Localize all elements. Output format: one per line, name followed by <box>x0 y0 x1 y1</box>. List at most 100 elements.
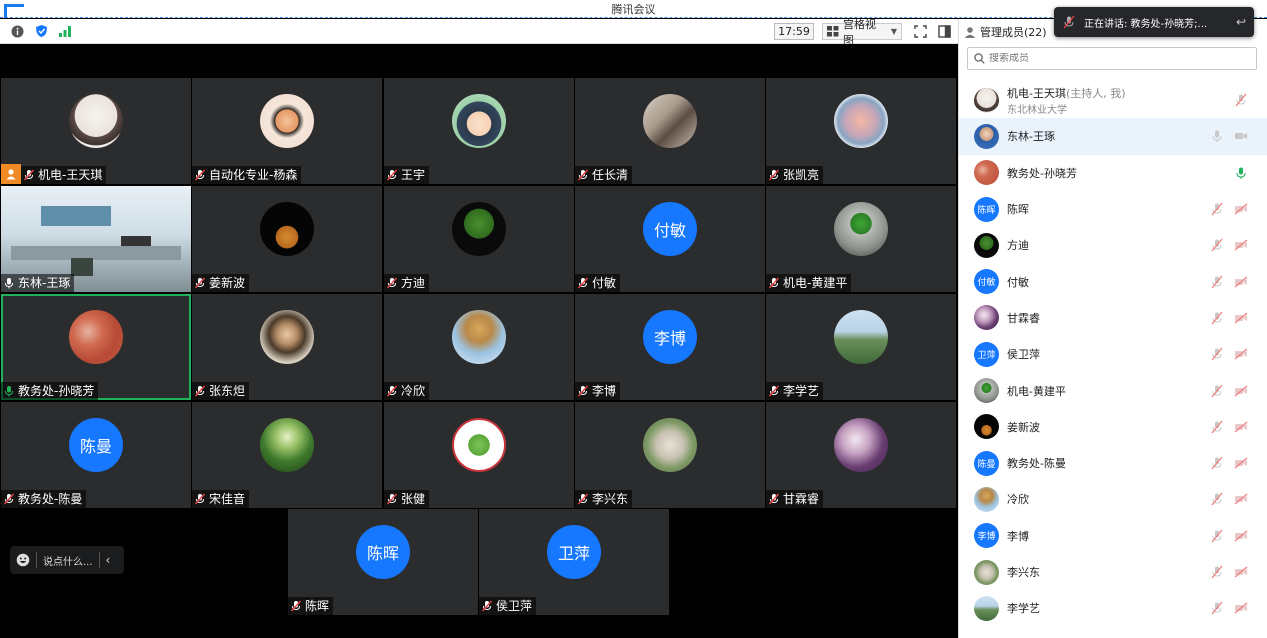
video-tile[interactable]: 任长清 <box>575 78 765 184</box>
signal-strength-icon[interactable] <box>58 24 72 38</box>
mic-muted-icon <box>768 277 780 289</box>
collapse-arrow-icon[interactable]: ↩ <box>1236 15 1246 29</box>
mic-muted-icon[interactable] <box>1210 565 1224 579</box>
divider <box>36 552 37 568</box>
video-tile[interactable]: 东林-王琢 <box>1 186 191 292</box>
mic-muted-icon <box>194 493 206 505</box>
camera-off-icon[interactable] <box>1234 492 1248 506</box>
video-tile[interactable]: 方迪 <box>384 186 574 292</box>
video-tile[interactable]: 宋佳音 <box>192 402 382 508</box>
mic-muted-icon[interactable] <box>1210 529 1224 543</box>
camera-off-icon[interactable] <box>1234 565 1248 579</box>
video-tile[interactable]: 张东炟 <box>192 294 382 400</box>
camera-off-icon[interactable] <box>1234 238 1248 252</box>
video-tile[interactable]: 机电-黄建平 <box>766 186 956 292</box>
member-row[interactable]: 陈晖 陈晖 <box>959 191 1267 227</box>
meeting-window: 腾讯会议 17:59 宫格视图 ▼ 机电-王天琪 自动化专业-杨森 王宇 任长清… <box>0 0 1267 638</box>
member-row[interactable]: 冷欣 <box>959 481 1267 517</box>
member-organization: 东北林业大学 <box>1007 104 1067 116</box>
chat-input-bar[interactable]: 说点什么... ‹ <box>10 546 124 574</box>
camera-icon[interactable] <box>1234 129 1248 143</box>
mic-muted-icon[interactable] <box>1210 347 1224 361</box>
mic-muted-icon <box>768 169 780 181</box>
member-name: 李学艺 <box>1007 602 1040 616</box>
video-tile-active-speaker[interactable]: 教务处-孙晓芳 <box>1 294 191 400</box>
camera-off-icon[interactable] <box>1234 529 1248 543</box>
member-name: 陈晖 <box>1007 203 1029 217</box>
shield-icon[interactable] <box>34 24 48 38</box>
video-tile[interactable]: 陈晖 陈晖 <box>288 509 478 615</box>
mic-muted-icon[interactable] <box>1210 311 1224 325</box>
camera-off-icon[interactable] <box>1234 202 1248 216</box>
participant-avatar: 陈晖 <box>356 525 410 579</box>
video-tile[interactable]: 卫萍 侯卫萍 <box>479 509 669 615</box>
chevron-left-icon[interactable]: ‹ <box>106 553 111 567</box>
video-tile[interactable]: 李博 李博 <box>575 294 765 400</box>
emoji-icon[interactable] <box>16 553 30 567</box>
mic-muted-icon[interactable] <box>1210 275 1224 289</box>
member-row[interactable]: 机电-黄建平 <box>959 372 1267 408</box>
camera-off-icon[interactable] <box>1234 347 1248 361</box>
member-row[interactable]: 姜新波 <box>959 409 1267 445</box>
participant-name-label: 教务处-陈曼 <box>1 490 87 508</box>
camera-off-icon[interactable] <box>1234 601 1248 615</box>
mic-muted-icon[interactable] <box>1210 420 1224 434</box>
video-tile[interactable]: 张凯亮 <box>766 78 956 184</box>
member-row[interactable]: 机电-王天琪(主持人, 我) 东北林业大学 <box>959 82 1267 118</box>
member-row[interactable]: 付敏 付敏 <box>959 263 1267 299</box>
member-avatar <box>974 595 999 621</box>
participant-name-label: 侯卫萍 <box>479 597 537 615</box>
mic-muted-icon[interactable] <box>1210 492 1224 506</box>
camera-off-icon[interactable] <box>1234 275 1248 289</box>
member-row[interactable]: 甘霖睿 <box>959 300 1267 336</box>
member-row[interactable]: 李学艺 <box>959 590 1267 626</box>
view-mode-dropdown[interactable]: 宫格视图 ▼ <box>822 18 902 47</box>
participant-avatar <box>643 418 697 472</box>
member-panel-title: 管理成员(22) <box>980 25 1047 39</box>
video-tile[interactable]: 自动化专业-杨森 <box>192 78 382 184</box>
video-tile[interactable]: 机电-王天琪 <box>1 78 191 184</box>
mic-icon[interactable] <box>1210 129 1224 143</box>
member-avatar <box>974 160 999 186</box>
member-search-input[interactable] <box>989 53 1229 64</box>
video-tile[interactable]: 李学艺 <box>766 294 956 400</box>
mic-muted-icon[interactable] <box>1210 238 1224 252</box>
camera-off-icon[interactable] <box>1234 420 1248 434</box>
camera-off-icon[interactable] <box>1234 456 1248 470</box>
mic-muted-icon <box>386 493 398 505</box>
video-tile[interactable]: 姜新波 <box>192 186 382 292</box>
info-icon[interactable] <box>10 24 24 38</box>
participant-name-label: 李兴东 <box>575 490 633 508</box>
member-row[interactable]: 陈曼 教务处-陈曼 <box>959 445 1267 481</box>
mic-muted-icon <box>194 169 206 181</box>
camera-off-icon[interactable] <box>1234 384 1248 398</box>
member-search-box[interactable] <box>967 47 1257 70</box>
mic-muted-icon[interactable] <box>1210 601 1224 615</box>
video-tile[interactable]: 李兴东 <box>575 402 765 508</box>
mic-muted-icon <box>577 277 589 289</box>
member-row[interactable]: 方迪 <box>959 227 1267 263</box>
chat-placeholder[interactable]: 说点什么... <box>43 553 93 568</box>
sidebar-toggle-icon[interactable] <box>937 24 951 38</box>
video-tile[interactable]: 陈曼 教务处-陈曼 <box>1 402 191 508</box>
mic-muted-icon <box>577 169 589 181</box>
video-tile[interactable]: 王宇 <box>384 78 574 184</box>
participant-avatar <box>834 94 888 148</box>
member-row[interactable]: 教务处-孙晓芳 <box>959 155 1267 191</box>
member-row[interactable]: 李兴东 <box>959 554 1267 590</box>
member-row[interactable]: 卫萍 侯卫萍 <box>959 336 1267 372</box>
mic-speaking-icon[interactable] <box>1234 166 1248 180</box>
member-row[interactable]: 李博 李博 <box>959 518 1267 554</box>
video-tile[interactable]: 甘霖睿 <box>766 402 956 508</box>
video-tile[interactable]: 冷欣 <box>384 294 574 400</box>
mic-muted-icon[interactable] <box>1210 384 1224 398</box>
member-row[interactable]: 东林-王琢 <box>959 118 1267 155</box>
fullscreen-icon[interactable] <box>913 24 927 38</box>
mic-muted-icon[interactable] <box>1210 202 1224 216</box>
member-name: 李博 <box>1007 529 1029 543</box>
camera-off-icon[interactable] <box>1234 311 1248 325</box>
mic-muted-icon[interactable] <box>1234 93 1248 107</box>
video-tile[interactable]: 张健 <box>384 402 574 508</box>
video-tile[interactable]: 付敏 付敏 <box>575 186 765 292</box>
mic-muted-icon[interactable] <box>1210 456 1224 470</box>
